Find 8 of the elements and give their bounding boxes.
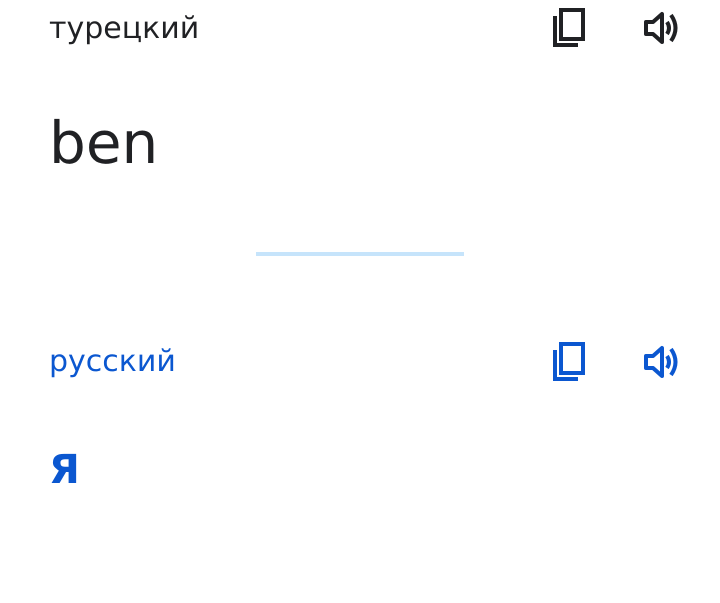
language-label: турецкий (49, 10, 200, 46)
source-text: ben (49, 112, 160, 176)
copy-button[interactable] (552, 8, 586, 48)
copy-button[interactable] (552, 342, 586, 382)
copy-icon (552, 342, 586, 382)
language-label: русский (49, 344, 176, 380)
copy-icon (552, 8, 586, 48)
translation-text: Я (49, 448, 81, 492)
